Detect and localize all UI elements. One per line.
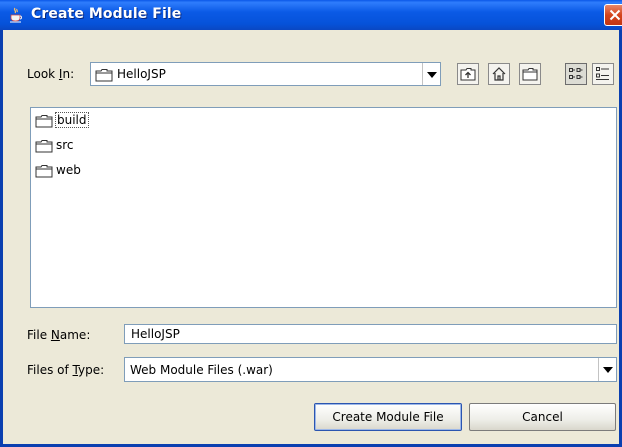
look-in-label: Look In: bbox=[27, 67, 75, 81]
file-name-field[interactable] bbox=[124, 324, 617, 344]
up-one-level-button[interactable] bbox=[457, 63, 479, 85]
up-one-level-icon bbox=[460, 68, 476, 81]
details-view-button[interactable] bbox=[592, 63, 614, 85]
files-of-type-label: Files of Type: bbox=[27, 363, 105, 377]
look-in-combo[interactable]: HelloJSP bbox=[90, 62, 441, 86]
files-of-type-combo[interactable]: Web Module Files (.war) bbox=[124, 357, 617, 382]
chevron-down-icon[interactable] bbox=[422, 63, 440, 85]
chevron-down-icon[interactable] bbox=[598, 358, 616, 381]
window-title: Create Module File bbox=[31, 6, 182, 22]
cancel-button[interactable]: Cancel bbox=[469, 403, 616, 431]
file-name: src bbox=[56, 138, 74, 152]
folder-icon bbox=[95, 69, 113, 82]
create-module-file-dialog: Create Module File Look In: HelloJSP bui… bbox=[0, 0, 622, 447]
file-name: web bbox=[56, 163, 81, 177]
close-icon bbox=[609, 9, 621, 21]
file-name-label: File Name: bbox=[27, 328, 91, 342]
folder-icon bbox=[35, 115, 53, 128]
home-icon bbox=[492, 67, 506, 81]
java-cup-icon bbox=[10, 7, 22, 23]
file-name-input[interactable] bbox=[125, 325, 616, 343]
details-view-icon bbox=[596, 67, 609, 80]
folder-icon bbox=[35, 165, 53, 178]
new-folder-icon bbox=[522, 68, 538, 81]
list-view-icon bbox=[569, 68, 583, 79]
folder-icon bbox=[35, 140, 53, 153]
look-in-value: HelloJSP bbox=[117, 67, 166, 81]
file-name: build bbox=[55, 112, 89, 128]
home-button[interactable] bbox=[488, 63, 510, 85]
new-folder-button[interactable] bbox=[519, 63, 541, 85]
title-bar[interactable]: Create Module File bbox=[0, 0, 622, 30]
close-button[interactable] bbox=[604, 4, 622, 26]
file-list[interactable]: build src web bbox=[30, 107, 617, 308]
list-view-button[interactable] bbox=[565, 63, 587, 85]
create-module-file-button[interactable]: Create Module File bbox=[314, 403, 462, 431]
files-of-type-value: Web Module Files (.war) bbox=[130, 363, 273, 377]
